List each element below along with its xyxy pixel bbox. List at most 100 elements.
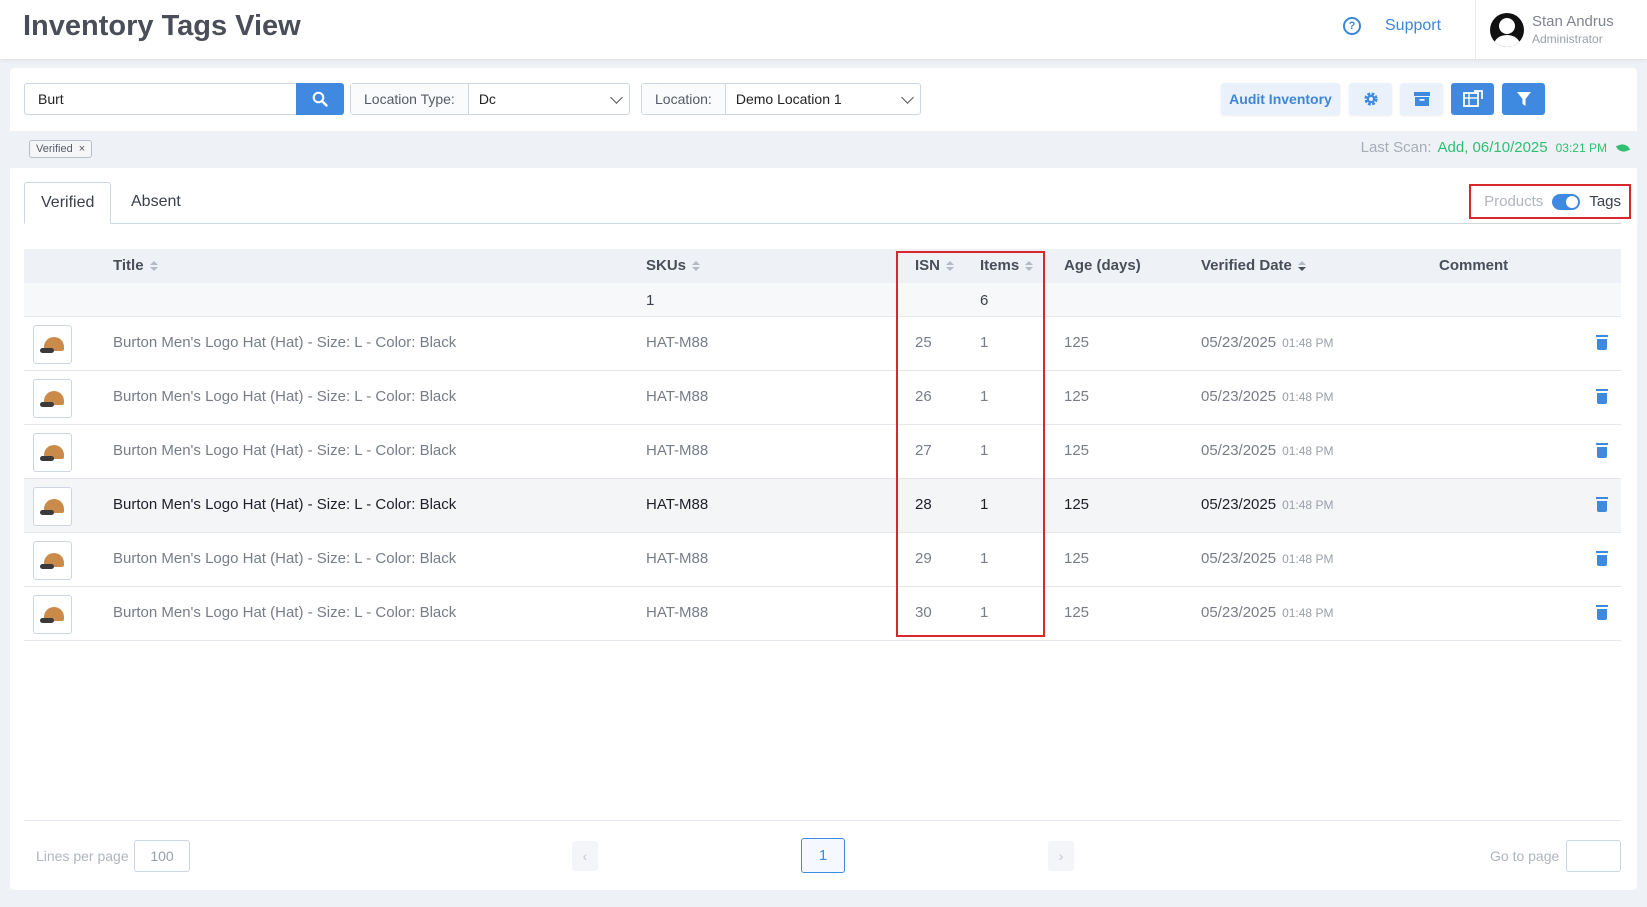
row-verified-time: 01:48 PM — [1282, 606, 1334, 620]
search-button[interactable] — [296, 83, 344, 115]
row-title: Burton Men's Logo Hat (Hat) - Size: L - … — [113, 496, 457, 513]
tabs-divider — [24, 223, 1621, 224]
table-row[interactable]: Burton Men's Logo Hat (Hat) - Size: L - … — [24, 371, 1621, 425]
audit-inventory-button[interactable]: Audit Inventory — [1221, 83, 1340, 115]
hat-image — [39, 444, 66, 461]
row-isn: 28 — [915, 496, 932, 513]
location-type-label: Location Type: — [351, 84, 469, 114]
toggle-products-label[interactable]: Products — [1484, 193, 1543, 210]
row-age: 125 — [1064, 550, 1090, 567]
row-isn: 27 — [915, 442, 932, 459]
delete-button[interactable] — [1596, 497, 1608, 512]
table-row[interactable]: Burton Men's Logo Hat (Hat) - Size: L - … — [24, 479, 1621, 533]
row-items: 1 — [980, 550, 989, 567]
search-icon — [312, 91, 328, 107]
close-icon[interactable]: × — [79, 141, 85, 157]
help-icon[interactable]: ? — [1343, 17, 1361, 35]
row-age: 125 — [1064, 334, 1090, 351]
row-age: 125 — [1064, 442, 1090, 459]
table-row[interactable]: Burton Men's Logo Hat (Hat) - Size: L - … — [24, 317, 1621, 371]
location-select[interactable]: Location: Demo Location 1 — [641, 83, 921, 115]
row-sku: HAT-M88 — [646, 442, 709, 459]
support-link[interactable]: ? Support — [1343, 17, 1441, 35]
settings-button[interactable] — [1349, 83, 1392, 115]
delete-button[interactable] — [1596, 551, 1608, 566]
tab-verified[interactable]: Verified — [24, 182, 112, 224]
row-isn: 25 — [915, 334, 932, 351]
user-name: Stan Andrus — [1532, 13, 1614, 30]
user-role: Administrator — [1532, 32, 1603, 46]
row-verified-date: 05/23/2025 01:48 PM — [1201, 496, 1334, 513]
chip-label: Verified — [36, 143, 73, 155]
last-scan-time: 03:21 PM — [1555, 140, 1607, 155]
row-sku: HAT-M88 — [646, 550, 709, 567]
row-verified-time: 01:48 PM — [1282, 336, 1334, 350]
col-skus[interactable]: SKUs — [646, 257, 701, 274]
filter-chip-verified[interactable]: Verified × — [29, 140, 93, 158]
product-thumbnail[interactable] — [33, 433, 72, 472]
hat-image — [39, 498, 66, 515]
product-thumbnail[interactable] — [33, 487, 72, 526]
col-isn[interactable]: ISN — [915, 257, 955, 274]
last-scan-value: Add, 06/10/2025 — [1437, 139, 1548, 156]
archive-button[interactable] — [1400, 83, 1443, 115]
product-thumbnail[interactable] — [33, 595, 72, 634]
row-isn: 29 — [915, 550, 932, 567]
row-title: Burton Men's Logo Hat (Hat) - Size: L - … — [113, 334, 457, 351]
table-row[interactable]: Burton Men's Logo Hat (Hat) - Size: L - … — [24, 425, 1621, 479]
toggle-switch[interactable] — [1552, 193, 1581, 210]
row-sku: HAT-M88 — [646, 388, 709, 405]
location-label: Location: — [642, 84, 726, 114]
location-value[interactable]: Demo Location 1 — [726, 84, 920, 114]
location-type-value[interactable]: Dc — [469, 84, 629, 114]
col-verified-date[interactable]: Verified Date — [1201, 257, 1306, 274]
filter-button[interactable] — [1502, 83, 1545, 115]
last-scan-label: Last Scan: — [1360, 139, 1432, 156]
prev-page-button[interactable]: ‹ — [572, 841, 598, 871]
avatar-icon[interactable] — [1490, 12, 1524, 47]
product-thumbnail[interactable] — [33, 541, 72, 580]
row-verified-time: 01:48 PM — [1282, 390, 1334, 404]
col-age: Age (days) — [1064, 257, 1141, 274]
row-verified-date: 05/23/2025 01:48 PM — [1201, 550, 1334, 567]
col-title[interactable]: Title — [113, 257, 158, 274]
delete-button[interactable] — [1596, 335, 1608, 350]
row-title: Burton Men's Logo Hat (Hat) - Size: L - … — [113, 388, 457, 405]
product-thumbnail[interactable] — [33, 325, 72, 364]
sort-icon[interactable] — [1297, 260, 1306, 271]
filter-icon — [1516, 92, 1531, 106]
next-page-button[interactable]: › — [1048, 841, 1074, 871]
sort-icon[interactable] — [946, 260, 955, 271]
row-age: 125 — [1064, 496, 1090, 513]
row-items: 1 — [980, 442, 989, 459]
table-row[interactable]: Burton Men's Logo Hat (Hat) - Size: L - … — [24, 533, 1621, 587]
export-excel-button[interactable] — [1451, 83, 1494, 115]
row-verified-date: 05/23/2025 01:48 PM — [1201, 442, 1334, 459]
go-to-page-input[interactable] — [1566, 840, 1621, 872]
sort-icon[interactable] — [1025, 260, 1034, 271]
table-row[interactable]: Burton Men's Logo Hat (Hat) - Size: L - … — [24, 587, 1621, 641]
row-verified-time: 01:48 PM — [1282, 444, 1334, 458]
delete-button[interactable] — [1596, 605, 1608, 620]
tab-absent[interactable]: Absent — [115, 182, 197, 224]
search-input[interactable] — [24, 83, 296, 115]
sort-icon[interactable] — [692, 260, 701, 271]
row-items: 1 — [980, 334, 989, 351]
hat-image — [39, 390, 66, 407]
page-1-button[interactable]: 1 — [801, 838, 845, 873]
delete-button[interactable] — [1596, 443, 1608, 458]
sort-icon[interactable] — [149, 260, 158, 271]
row-verified-time: 01:48 PM — [1282, 498, 1334, 512]
col-items[interactable]: Items — [980, 257, 1034, 274]
delete-button[interactable] — [1596, 389, 1608, 404]
row-sku: HAT-M88 — [646, 334, 709, 351]
row-items: 1 — [980, 388, 989, 405]
toggle-tags-label[interactable]: Tags — [1589, 193, 1621, 210]
row-isn: 30 — [915, 604, 932, 621]
location-type-select[interactable]: Location Type: Dc — [350, 83, 630, 115]
support-label[interactable]: Support — [1385, 17, 1441, 35]
user-menu[interactable]: Stan Andrus Administrator — [1475, 0, 1647, 59]
products-tags-toggle[interactable]: Products Tags — [1469, 184, 1631, 219]
lines-per-page-input[interactable]: 100 — [134, 840, 190, 872]
product-thumbnail[interactable] — [33, 379, 72, 418]
